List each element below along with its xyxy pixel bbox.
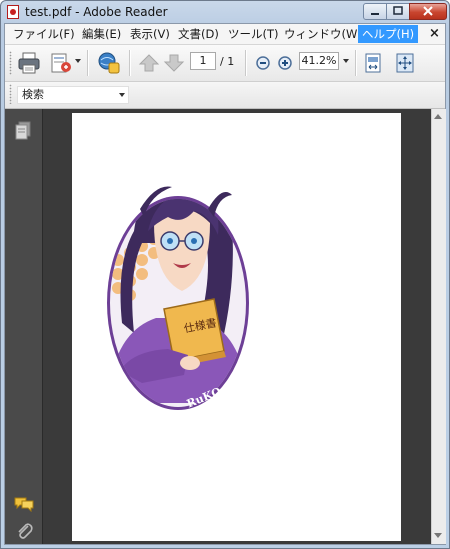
menu-bar: ファイル(F) 編集(E) 表示(V) 文書(D) ツール(T) ウィンドウ(W… bbox=[5, 24, 445, 45]
toolbar-separator bbox=[129, 50, 131, 76]
maximize-button[interactable] bbox=[386, 3, 410, 20]
print-button[interactable] bbox=[17, 51, 41, 75]
attachments-panel-button[interactable] bbox=[15, 521, 33, 544]
menu-edit[interactable]: 編集(E) bbox=[78, 25, 125, 43]
menu-document[interactable]: 文書(D) bbox=[174, 25, 223, 43]
zoom-level-input[interactable]: 41.2% bbox=[299, 52, 339, 70]
page-total-label: / 1 bbox=[220, 55, 235, 68]
share-button[interactable] bbox=[49, 51, 73, 75]
toolbar-separator bbox=[355, 50, 357, 76]
toolbar-separator bbox=[245, 50, 247, 76]
comment-icon bbox=[14, 497, 34, 513]
document-workspace: 仕様書 RuKO.C bbox=[5, 109, 446, 544]
pdf-icon bbox=[7, 5, 19, 19]
menu-tools[interactable]: ツール(T) bbox=[224, 25, 283, 43]
pages-panel-button[interactable] bbox=[14, 121, 32, 144]
next-page-button[interactable] bbox=[162, 51, 186, 75]
arrow-down-icon bbox=[163, 54, 185, 72]
collaborate-icon bbox=[98, 52, 120, 74]
toolbar-grip[interactable] bbox=[9, 51, 12, 75]
pages-icon bbox=[15, 121, 31, 140]
menu-view[interactable]: 表示(V) bbox=[126, 25, 174, 43]
fit-page-button[interactable] bbox=[361, 51, 385, 75]
search-dropdown-icon[interactable] bbox=[119, 93, 125, 97]
search-toolbar: 検索 bbox=[5, 82, 445, 109]
window-title: test.pdf - Adobe Reader bbox=[25, 5, 168, 19]
fit-width-icon bbox=[396, 53, 414, 73]
arrow-up-icon bbox=[138, 54, 160, 72]
collaborate-button[interactable] bbox=[97, 51, 121, 75]
fit-page-icon bbox=[365, 53, 381, 73]
navigation-pane bbox=[5, 109, 43, 544]
printer-icon bbox=[18, 52, 40, 74]
title-bar[interactable]: test.pdf - Adobe Reader bbox=[1, 1, 449, 23]
paperclip-icon bbox=[18, 523, 33, 539]
close-icon bbox=[423, 6, 433, 16]
pdf-page: 仕様書 RuKO.C bbox=[72, 113, 401, 541]
zoom-out-button[interactable] bbox=[251, 51, 275, 75]
zoom-dropdown-icon[interactable] bbox=[343, 59, 349, 63]
document-close-button[interactable]: × bbox=[429, 26, 440, 41]
menu-window[interactable]: ウィンドウ(W) bbox=[280, 25, 366, 43]
toolbar-grip[interactable] bbox=[9, 84, 12, 104]
comments-panel-button[interactable] bbox=[14, 496, 34, 515]
reader-client: ファイル(F) 編集(E) 表示(V) 文書(D) ツール(T) ウィンドウ(W… bbox=[4, 23, 446, 545]
menu-help[interactable]: ヘルプ(H) bbox=[358, 25, 419, 43]
zoom-in-icon bbox=[278, 56, 292, 70]
toolbar-separator bbox=[87, 50, 89, 76]
share-dropdown-icon[interactable] bbox=[75, 59, 81, 63]
minimize-button[interactable] bbox=[363, 3, 387, 20]
close-button[interactable] bbox=[409, 3, 447, 20]
menu-file[interactable]: ファイル(F) bbox=[9, 25, 79, 43]
page-view[interactable]: 仕様書 RuKO.C bbox=[43, 109, 431, 544]
character-illustration: 仕様書 RuKO.C bbox=[107, 186, 249, 410]
fit-width-button[interactable] bbox=[393, 51, 417, 75]
scroll-down-icon[interactable] bbox=[434, 533, 442, 538]
search-input[interactable]: 検索 bbox=[17, 86, 129, 104]
maximize-icon bbox=[393, 6, 403, 15]
zoom-out-icon bbox=[256, 56, 270, 70]
page-number-input[interactable]: 1 bbox=[190, 52, 216, 70]
share-icon bbox=[51, 53, 71, 73]
zoom-in-button[interactable] bbox=[273, 51, 297, 75]
app-window: test.pdf - Adobe Reader ファイル(F) 編集(E) 表示… bbox=[0, 0, 450, 549]
main-toolbar: 1 / 1 41.2% bbox=[5, 45, 445, 82]
vertical-scrollbar[interactable] bbox=[431, 109, 446, 544]
previous-page-button[interactable] bbox=[137, 51, 161, 75]
minimize-icon bbox=[371, 13, 379, 15]
scroll-up-icon[interactable] bbox=[434, 114, 442, 119]
